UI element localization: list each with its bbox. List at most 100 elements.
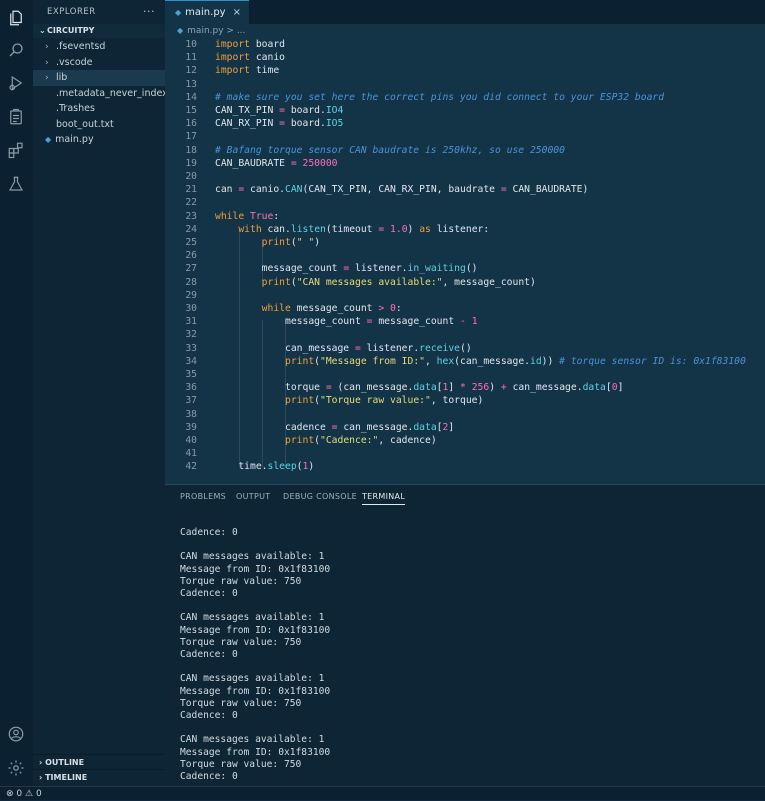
terminal-line: Torque raw value: 750	[180, 758, 302, 770]
tab-main-py[interactable]: ◆ main.py ×	[165, 0, 249, 24]
run-debug-icon[interactable]	[6, 73, 26, 93]
tree-item-label: boot_out.txt	[56, 118, 114, 130]
terminal-line: Cadence: 0	[180, 771, 238, 783]
activity-bar	[0, 0, 34, 786]
code-line: 15 CAN_TX_PIN = board.IO4	[185, 105, 344, 116]
tree-item-label: lib	[56, 72, 68, 83]
code-line: 31 message_count = message_count - 1	[185, 316, 478, 328]
terminal-line: Message from ID: 0x1f83100	[180, 563, 331, 575]
breadcrumb-separator: > ...	[226, 26, 246, 36]
tab-debug-console[interactable]: DEBUG CONSOLE	[283, 492, 357, 501]
terminal-line: CAN messages available: 1	[180, 734, 325, 746]
more-actions-icon[interactable]: ···	[143, 0, 155, 24]
tab-terminal[interactable]: TERMINAL	[362, 492, 406, 505]
code-line: 32	[185, 329, 197, 341]
warning-icon: ⚠	[25, 789, 34, 799]
terminal-line: Torque raw value: 750	[180, 636, 302, 648]
tree-item-main-py[interactable]: ◆ main.py	[33, 132, 165, 148]
chevron-down-icon: ⌄	[39, 26, 46, 35]
close-icon[interactable]: ×	[233, 1, 241, 25]
timeline-label: TIMELINE	[45, 773, 88, 782]
explorer-icon[interactable]	[6, 8, 26, 28]
tree-item-label: .vscode	[56, 56, 93, 68]
tree-item-vscode[interactable]: › .vscode	[33, 55, 165, 71]
flask-icon[interactable]	[6, 174, 26, 194]
python-file-icon: ◆	[175, 8, 182, 17]
chevron-right-icon: ›	[45, 42, 49, 52]
code-line: 17	[185, 131, 197, 143]
code-line: 35	[185, 369, 197, 380]
error-count: 0	[16, 789, 23, 799]
terminal-line: Cadence: 0	[180, 649, 238, 661]
code-line: 26	[185, 250, 197, 262]
code-line: 36 torque = (can_message.data[1] * 256) …	[185, 382, 624, 394]
clipboard-icon[interactable]	[6, 107, 26, 127]
warning-count: 0	[35, 789, 42, 799]
tree-item-lib[interactable]: › lib	[33, 70, 165, 86]
search-icon[interactable]	[6, 40, 26, 60]
account-icon[interactable]	[6, 724, 26, 744]
code-line: 38	[185, 408, 197, 420]
tree-item-fseventsd[interactable]: › .fseventsd	[33, 39, 165, 55]
code-line: 13	[185, 78, 197, 90]
tab-problems[interactable]: PROBLEMS	[180, 492, 226, 501]
code-line: 37 print("Torque raw value:", torque)	[185, 395, 484, 407]
code-line: 39 cadence = can_message.data[2]	[185, 421, 455, 433]
outline-label: OUTLINE	[45, 758, 85, 767]
code-line: 41	[185, 448, 197, 460]
code-line: 28 print("CAN messages available:", mess…	[185, 276, 536, 288]
code-line: 33 can_message = listener.receive()	[185, 342, 472, 354]
tab-label: main.py	[185, 7, 226, 18]
code-line: 16 CAN_RX_PIN = board.IO5	[185, 118, 344, 130]
tree-item-metadata-never-index[interactable]: .metadata_never_index	[33, 86, 165, 102]
code-line: 22	[185, 197, 197, 209]
explorer-sidebar: EXPLORER ··· ⌄CIRCUITPY › .fseventsd › .vs…	[33, 0, 165, 786]
terminal-line: Message from ID: 0x1f83100	[180, 685, 331, 697]
error-icon: ⊗	[6, 789, 14, 799]
explorer-title-label: EXPLORER	[47, 7, 96, 17]
code-line: 21 can = canio.CAN(CAN_TX_PIN, CAN_RX_PIN…	[185, 184, 589, 196]
chevron-right-icon: ›	[39, 758, 43, 767]
code-line: 29	[185, 289, 197, 301]
editor-tabbar: ◆ main.py ×	[165, 0, 765, 24]
code-line: 34 print("Message from ID:", hex(can_mes…	[185, 355, 746, 367]
gear-icon[interactable]	[6, 758, 26, 778]
python-file-icon: ◆	[45, 135, 52, 144]
code-line: 19 CAN_BAUDRATE = 250000	[185, 157, 338, 169]
code-line: 23 while True:	[185, 210, 280, 222]
outline-section[interactable]: › OUTLINE	[33, 754, 165, 769]
terminal-line: Torque raw value: 750	[180, 697, 302, 709]
tree-item-label: .fseventsd	[56, 41, 106, 52]
bottom-panel: PROBLEMS OUTPUT DEBUG CONSOLE TERMINAL C…	[165, 484, 765, 787]
problems-status[interactable]: ⊗ 0 ⚠ 0	[6, 787, 42, 801]
status-bar: ⊗ 0 ⚠ 0	[0, 786, 765, 800]
code-line: 40 print("Cadence:", cadence)	[185, 435, 437, 446]
tree-item-trashes[interactable]: .Trashes	[33, 101, 165, 117]
chevron-right-icon: ›	[45, 73, 49, 83]
python-file-icon: ◆	[177, 26, 184, 35]
tab-output[interactable]: OUTPUT	[236, 492, 270, 501]
folder-section-circuitpy[interactable]: ⌄CIRCUITPY	[33, 24, 165, 38]
terminal-line: Torque raw value: 750	[180, 575, 302, 587]
explorer-title: EXPLORER ···	[33, 0, 165, 24]
chevron-right-icon: ›	[45, 57, 49, 68]
code-line: 20	[185, 171, 197, 182]
terminal-line: CAN messages available: 1	[180, 673, 325, 685]
breadcrumb-file[interactable]: main.py	[187, 26, 223, 36]
terminal-line: Cadence: 0	[180, 588, 238, 600]
terminal-line: CAN messages available: 1	[180, 612, 325, 624]
code-line: 27 message_count = listener.in_waiting()	[185, 263, 478, 275]
code-line: 10 import board	[185, 39, 285, 50]
code-line: 25 print(" ")	[185, 237, 321, 248]
timeline-section[interactable]: › TIMELINE	[33, 769, 165, 784]
tree-item-boot-out[interactable]: boot_out.txt	[33, 117, 165, 133]
section-label: CIRCUITPY	[47, 26, 95, 35]
code-editor[interactable]: 10 import board 11 import canio 12 import t…	[165, 38, 765, 484]
tree-item-label: main.py	[55, 134, 94, 145]
extensions-icon[interactable]	[6, 140, 26, 160]
terminal-line: Message from ID: 0x1f83100	[180, 624, 331, 636]
terminal-output[interactable]: Cadence: 0 CAN messages available: 1 Mess…	[180, 527, 330, 783]
